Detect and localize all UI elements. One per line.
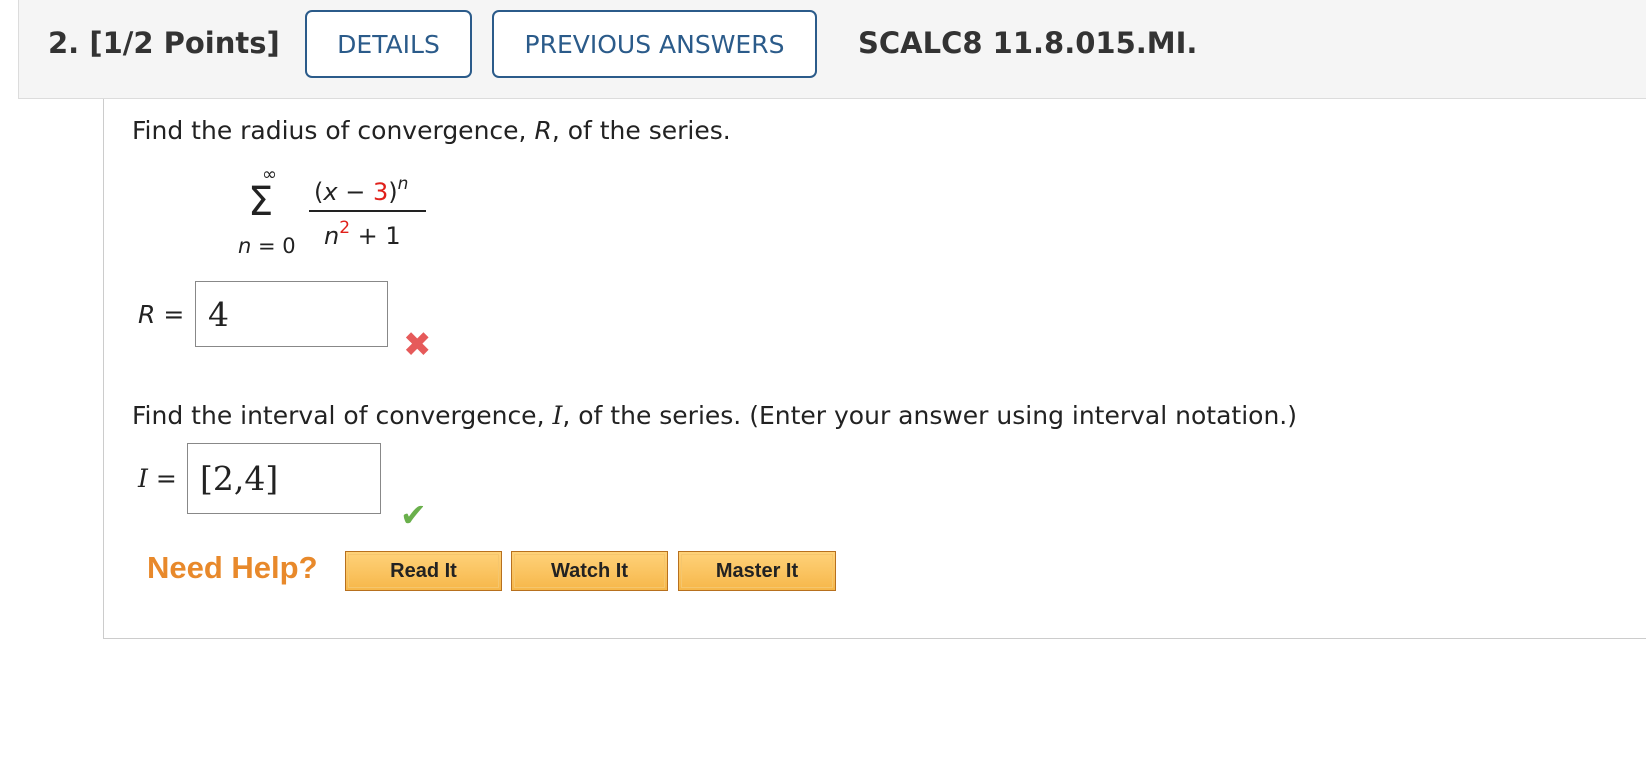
sum-symbol: Σ	[248, 179, 274, 225]
interval-label-var: I	[138, 464, 148, 493]
radius-answer-field[interactable]: 4	[195, 281, 388, 347]
interval-prompt-start: Find the interval of convergence,	[132, 401, 553, 430]
den-n: n	[324, 222, 340, 250]
num-open: (	[314, 178, 324, 206]
need-help-label: Need Help?	[147, 550, 318, 585]
lower-var: n	[238, 234, 252, 258]
radius-prompt-end: , of the series.	[551, 116, 731, 145]
cross-icon: ✖	[403, 325, 432, 365]
radius-prompt: Find the radius of convergence, R, of th…	[132, 116, 731, 145]
den-rest: + 1	[350, 222, 401, 250]
lower-rest: = 0	[251, 234, 296, 258]
radius-prompt-start: Find the radius of convergence,	[132, 116, 535, 145]
question-code: SCALC8 11.8.015.MI.	[858, 26, 1198, 60]
num-three: 3	[372, 178, 389, 206]
interval-answer-field[interactable]: [2,4]	[187, 443, 381, 514]
num-x: x	[323, 178, 338, 206]
num-exponent: n	[397, 174, 409, 194]
series-numerator: (x − 3)n	[314, 174, 408, 206]
series-denominator: n2 + 1	[324, 218, 401, 250]
radius-label-var: R	[138, 300, 156, 329]
question-points: [1/2 Points]	[89, 26, 280, 60]
den-exponent: 2	[339, 218, 351, 238]
master-it-button[interactable]: Master It	[678, 551, 836, 591]
sum-lower-limit: n = 0	[238, 234, 296, 258]
radius-label-eq: =	[155, 300, 185, 329]
interval-prompt: Find the interval of convergence, I, of …	[132, 401, 1297, 430]
interval-answer-label: I =	[138, 464, 177, 493]
details-button[interactable]: DETAILS	[305, 10, 472, 78]
interval-label-eq: =	[147, 464, 177, 493]
previous-answers-button[interactable]: PREVIOUS ANSWERS	[492, 10, 817, 78]
read-it-button[interactable]: Read It	[345, 551, 502, 591]
watch-it-button[interactable]: Watch It	[511, 551, 668, 591]
fraction-bar	[309, 210, 426, 212]
check-icon: ✔	[400, 496, 427, 534]
num-close: )	[388, 178, 398, 206]
question-title: 2. [1/2 Points]	[48, 26, 280, 60]
num-minus: −	[337, 178, 373, 206]
question-number: 2.	[48, 26, 80, 60]
radius-prompt-var: R	[534, 116, 552, 145]
interval-prompt-var: I	[552, 401, 563, 430]
interval-prompt-end: , of the series. (Enter your answer usin…	[562, 401, 1297, 430]
radius-answer-label: R =	[138, 300, 184, 329]
